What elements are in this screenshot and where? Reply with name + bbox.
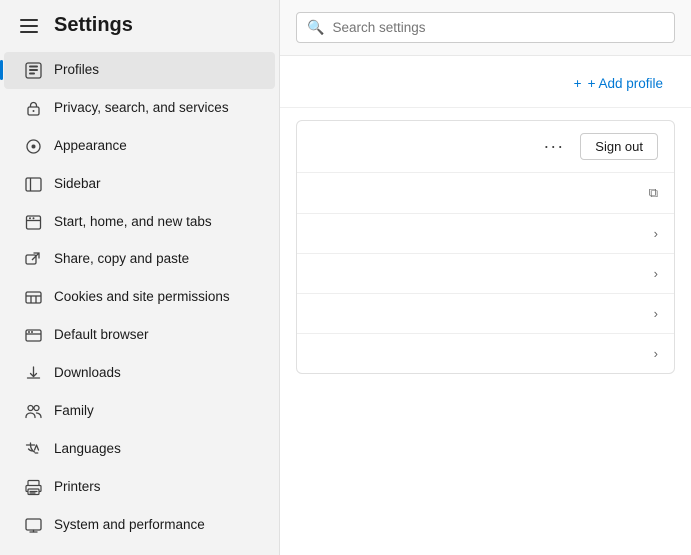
sidebar-item-profiles[interactable]: Profiles: [4, 52, 275, 89]
menu-icon[interactable]: [16, 15, 42, 37]
share-icon: [24, 251, 42, 269]
cookies-icon: [24, 289, 42, 307]
family-icon: [24, 402, 42, 420]
sidebar-item-printers[interactable]: Printers: [4, 469, 275, 506]
sidebar-item-start-home-label: Start, home, and new tabs: [54, 213, 212, 232]
add-profile-button[interactable]: + + Add profile: [566, 72, 671, 95]
sidebar-item-languages-label: Languages: [54, 440, 121, 459]
add-icon: +: [574, 76, 582, 91]
profile-row-2[interactable]: ›: [297, 214, 674, 254]
search-icon: 🔍: [307, 19, 324, 36]
profile-row-3[interactable]: ›: [297, 254, 674, 294]
sidebar-item-system[interactable]: System and performance: [4, 507, 275, 544]
sidebar-item-appearance-label: Appearance: [54, 137, 127, 156]
search-header: 🔍: [280, 0, 691, 56]
page-title: Settings: [54, 14, 133, 37]
browser-icon: [24, 327, 42, 345]
profile-row-4[interactable]: ›: [297, 294, 674, 334]
sidebar-item-default-browser-label: Default browser: [54, 326, 149, 345]
profiles-icon: [24, 61, 42, 79]
external-link-icon: ⧉: [649, 185, 658, 201]
privacy-icon: [24, 99, 42, 117]
profile-card: ··· Sign out ⧉ › › › ›: [296, 120, 675, 374]
sidebar-item-family[interactable]: Family: [4, 393, 275, 430]
sidebar-item-downloads[interactable]: Downloads: [4, 355, 275, 392]
sidebar-item-share-label: Share, copy and paste: [54, 250, 189, 269]
chevron-right-icon: ›: [654, 266, 658, 281]
sidebar-item-privacy-label: Privacy, search, and services: [54, 99, 229, 118]
chevron-right-icon: ›: [654, 346, 658, 361]
printers-icon: [24, 478, 42, 496]
profile-row-1[interactable]: ⧉: [297, 173, 674, 214]
sidebar-nav: Profiles Privacy, search, and services: [0, 51, 279, 555]
sidebar-item-appearance[interactable]: Appearance: [4, 128, 275, 165]
sidebar-item-printers-label: Printers: [54, 478, 101, 497]
sidebar-item-languages[interactable]: Languages: [4, 431, 275, 468]
sidebar-item-default-browser[interactable]: Default browser: [4, 317, 275, 354]
languages-icon: [24, 440, 42, 458]
sidebar-item-family-label: Family: [54, 402, 94, 421]
sidebar-item-privacy[interactable]: Privacy, search, and services: [4, 90, 275, 127]
sidebar-item-profiles-label: Profiles: [54, 61, 99, 80]
downloads-icon: [24, 365, 42, 383]
sidebar-header: Settings: [0, 0, 279, 51]
search-input[interactable]: [332, 20, 664, 35]
add-profile-label: + Add profile: [588, 76, 663, 91]
chevron-right-icon: ›: [654, 306, 658, 321]
profile-row-5[interactable]: ›: [297, 334, 674, 373]
search-box[interactable]: 🔍: [296, 12, 675, 43]
appearance-icon: [24, 137, 42, 155]
sidebar-icon: [24, 175, 42, 193]
sidebar-item-sidebar[interactable]: Sidebar: [4, 166, 275, 203]
sidebar-item-cookies-label: Cookies and site permissions: [54, 288, 230, 307]
main-content-area: 🔍 + + Add profile ··· Sign out ⧉ › ›: [280, 0, 691, 555]
sidebar-item-share[interactable]: Share, copy and paste: [4, 241, 275, 278]
sign-out-button[interactable]: Sign out: [580, 133, 658, 160]
chevron-right-icon: ›: [654, 226, 658, 241]
ellipsis-button[interactable]: ···: [537, 134, 570, 159]
sidebar-item-system-label: System and performance: [54, 516, 205, 535]
sidebar-item-downloads-label: Downloads: [54, 364, 121, 383]
add-profile-section: + + Add profile: [280, 56, 691, 108]
profile-card-header: ··· Sign out: [297, 121, 674, 173]
sidebar-item-cookies[interactable]: Cookies and site permissions: [4, 279, 275, 316]
sidebar: Settings Profiles: [0, 0, 280, 555]
system-icon: [24, 516, 42, 534]
home-icon: [24, 213, 42, 231]
sidebar-item-start-home[interactable]: Start, home, and new tabs: [4, 204, 275, 241]
sidebar-item-sidebar-label: Sidebar: [54, 175, 101, 194]
profiles-content: + + Add profile ··· Sign out ⧉ › › › ›: [280, 56, 691, 555]
